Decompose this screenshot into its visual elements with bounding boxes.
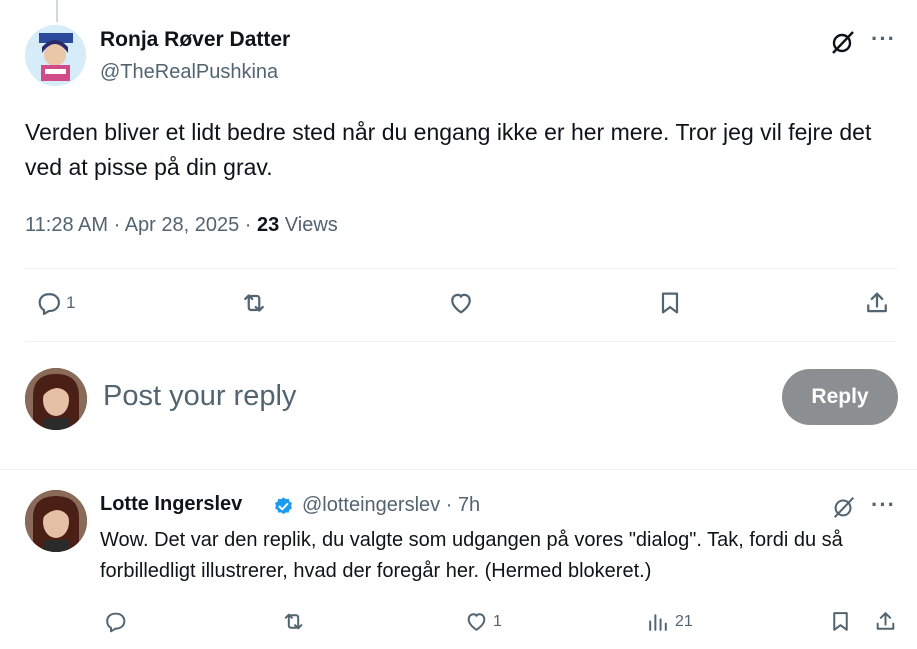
thread-connector-line	[56, 0, 58, 22]
grok-icon[interactable]	[831, 494, 857, 520]
author-handle[interactable]: @TheRealPushkina	[100, 61, 278, 84]
bookmark-action[interactable]	[656, 289, 684, 317]
reply-author-avatar[interactable]	[25, 490, 87, 552]
reply-bookmark-action[interactable]	[828, 609, 853, 634]
reply-retweet-action[interactable]	[281, 609, 306, 634]
share-action[interactable]	[863, 289, 891, 317]
reply-share-action[interactable]	[873, 609, 898, 634]
reply-button[interactable]: Reply	[782, 369, 898, 425]
reply-action[interactable]: 1	[35, 289, 75, 317]
reply-author-handle[interactable]: @lotteingerslev · 7h	[302, 494, 480, 517]
bookmark-icon	[661, 292, 679, 314]
like-action[interactable]	[447, 289, 475, 317]
divider	[25, 268, 897, 269]
divider	[25, 341, 897, 342]
views-label: Views	[279, 214, 338, 236]
verified-badge-icon[interactable]	[273, 496, 294, 517]
analytics-icon	[649, 614, 667, 631]
retweet-icon	[284, 613, 303, 630]
like-count: 1	[493, 612, 502, 630]
reply-like-action[interactable]: 1	[464, 609, 502, 634]
user-avatar[interactable]	[25, 368, 87, 430]
reply-icon	[38, 293, 61, 316]
bookmark-icon	[833, 612, 848, 631]
reply-reply-action[interactable]	[103, 609, 128, 634]
tweet-text: Verden bliver et lidt bedre sted når du …	[25, 119, 872, 180]
share-icon	[867, 292, 887, 313]
more-icon[interactable]: ···	[871, 26, 896, 52]
reply-icon	[106, 612, 126, 633]
share-icon	[876, 612, 895, 630]
tweet-meta: 11:28 AM · Apr 28, 2025 · 23 Views	[25, 214, 338, 237]
author-name[interactable]: Ronja Røver Datter	[100, 28, 290, 52]
reply-input[interactable]: Post your reply	[103, 380, 296, 413]
views-count: 23	[257, 214, 280, 236]
reply-text: Wow. Det var den replik, du valgte som u…	[100, 529, 843, 582]
retweet-icon	[244, 294, 264, 312]
like-icon	[451, 293, 471, 314]
reply-author-name[interactable]: Lotte Ingerslev	[100, 493, 242, 516]
like-icon	[467, 613, 486, 631]
reply-views-action[interactable]: 21	[646, 609, 693, 634]
retweet-action[interactable]	[240, 289, 268, 317]
more-icon[interactable]: ···	[871, 492, 896, 518]
tweet-timestamp[interactable]: 11:28 AM · Apr 28, 2025 ·	[25, 214, 257, 236]
author-avatar[interactable]	[25, 25, 86, 86]
section-divider	[0, 469, 917, 470]
reply-count: 1	[66, 293, 76, 312]
view-count: 21	[675, 612, 693, 630]
grok-icon[interactable]	[829, 28, 857, 56]
